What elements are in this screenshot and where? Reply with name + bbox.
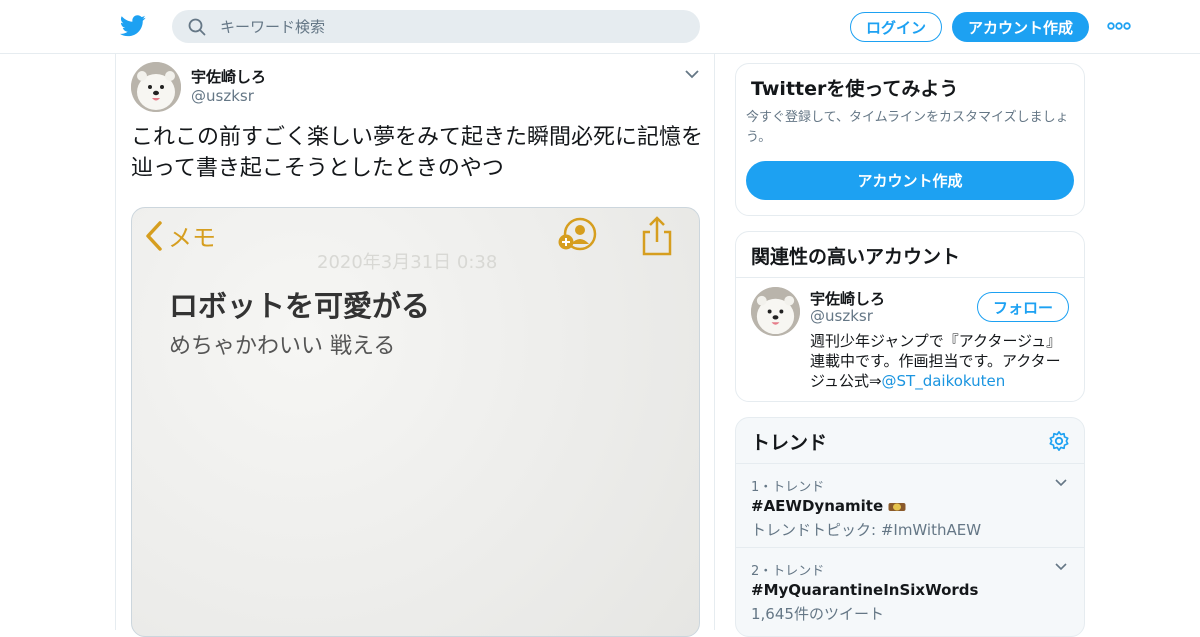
signup-promo-card: Twitterを使ってみよう 今すぐ登録して、タイムラインをカスタマイズしましょ… bbox=[735, 63, 1085, 216]
settings-gear-icon[interactable] bbox=[1048, 430, 1070, 452]
memo-date-ghost: 2020年3月31日 0:38 bbox=[317, 252, 498, 273]
trend-name[interactable]: #AEWDynamite bbox=[751, 497, 906, 515]
memo-note-title: ロボットを可愛がる bbox=[169, 289, 431, 323]
memo-back-button: メモ bbox=[144, 218, 216, 253]
tweet-text: これこの前すごく楽しい夢をみて起きた瞬間必死に記憶を辿って書き起こそうとしたとき… bbox=[131, 125, 704, 181]
chevron-down-icon[interactable] bbox=[684, 68, 700, 80]
search-box[interactable] bbox=[172, 10, 700, 43]
chevron-left-icon bbox=[146, 220, 162, 251]
add-person-icon bbox=[558, 217, 597, 251]
related-accounts-card: 関連性の高いアカウント 宇佐崎しろ @uszksr フォロー 週刊少年ジャンプで… bbox=[735, 231, 1085, 402]
trend-item[interactable]: 2・トレンド #MyQuarantineInSixWords 1,645件のツイ… bbox=[736, 547, 1084, 631]
bio-mention-link[interactable]: @ST_daikokuten bbox=[882, 372, 1006, 390]
search-input[interactable] bbox=[220, 17, 660, 36]
related-account-handle[interactable]: @uszksr bbox=[810, 307, 873, 325]
top-navigation-bar: ログイン アカウント作成 bbox=[0, 0, 1200, 54]
chevron-down-icon[interactable] bbox=[1054, 562, 1068, 572]
belt-emoji-icon bbox=[888, 502, 906, 511]
polar-bear-avatar-icon bbox=[751, 287, 800, 336]
tweet-author-handle[interactable]: @uszksr bbox=[191, 87, 254, 105]
related-account-avatar[interactable] bbox=[751, 287, 800, 336]
signup-promo-title: Twitterを使ってみよう bbox=[751, 78, 959, 100]
search-icon bbox=[188, 18, 206, 35]
trend-tweet-count: 1,645件のツイート bbox=[751, 605, 884, 623]
signup-promo-description: 今すぐ登録して、タイムラインをカスタマイズしましょう。 bbox=[746, 110, 1069, 145]
related-account-bio: 週刊少年ジャンプで『アクタージュ』連載中です。作画担当です。アクタージュ公式⇒@… bbox=[810, 331, 1072, 391]
tweet-image[interactable]: 2020年3月31日 0:38 メモ ロボットを可愛がる めちゃかわいい 戦える bbox=[131, 207, 700, 637]
divider bbox=[736, 277, 1084, 278]
trend-rank: 2・トレンド bbox=[751, 564, 825, 579]
more-options-icon[interactable] bbox=[1106, 18, 1132, 34]
share-icon bbox=[642, 216, 672, 256]
chevron-down-icon[interactable] bbox=[1054, 478, 1068, 488]
trends-card: トレンド 1・トレンド #AEWDynamite トレンドトピック: #ImWi… bbox=[735, 417, 1085, 637]
trend-hashtag[interactable]: #MyQuarantineInSixWords bbox=[751, 581, 978, 599]
trends-title: トレンド bbox=[751, 432, 828, 454]
signup-promo-button[interactable]: アカウント作成 bbox=[746, 161, 1074, 200]
follow-button[interactable]: フォロー bbox=[977, 292, 1069, 322]
related-account-name[interactable]: 宇佐崎しろ bbox=[810, 288, 885, 309]
related-accounts-title: 関連性の高いアカウント bbox=[751, 246, 961, 268]
trend-item[interactable]: 1・トレンド #AEWDynamite トレンドトピック: #ImWithAEW bbox=[736, 463, 1084, 547]
polar-bear-avatar-icon bbox=[131, 62, 181, 112]
login-button[interactable]: ログイン bbox=[850, 12, 942, 42]
trend-hashtag[interactable]: #AEWDynamite bbox=[751, 497, 883, 515]
tweet-column: 宇佐崎しろ @uszksr これこの前すごく楽しい夢をみて起きた瞬間必死に記憶を… bbox=[115, 54, 715, 637]
signup-button[interactable]: アカウント作成 bbox=[952, 12, 1089, 42]
twitter-bird-icon[interactable] bbox=[120, 14, 146, 38]
trend-rank: 1・トレンド bbox=[751, 480, 825, 495]
trend-context: トレンドトピック: #ImWithAEW bbox=[751, 521, 982, 539]
tweet-author-name[interactable]: 宇佐崎しろ bbox=[191, 66, 266, 87]
memo-note-body: めちゃかわいい 戦える bbox=[169, 334, 396, 359]
author-avatar[interactable] bbox=[131, 62, 181, 112]
memo-back-label: メモ bbox=[168, 224, 216, 252]
